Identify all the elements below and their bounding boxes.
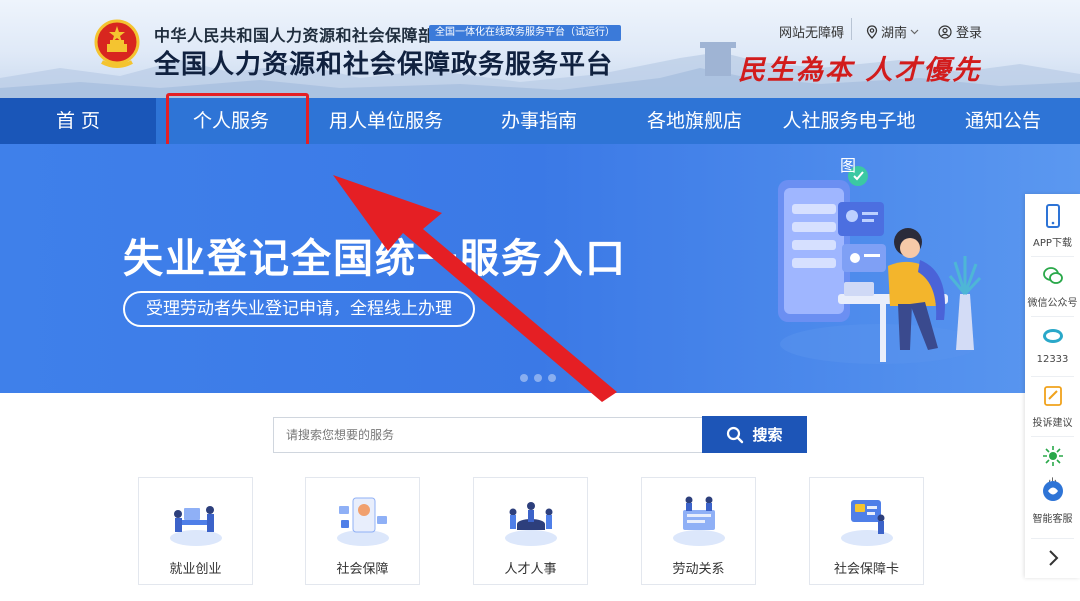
sidebar-wechat[interactable]: 微信公众号	[1025, 258, 1080, 316]
sidebar-divider	[1031, 538, 1074, 539]
national-emblem-icon	[94, 19, 140, 68]
slogan: 民生為本 人才優先	[738, 55, 982, 86]
region-label: 湖南	[881, 26, 908, 41]
floating-sidebar: APP下载 微信公众号 12333 投诉建议 小 智能客服	[1025, 194, 1080, 578]
mini-program-icon	[1043, 446, 1063, 466]
service-card-label: 人才人事	[504, 562, 557, 577]
carousel-dots[interactable]	[520, 374, 556, 382]
user-icon	[938, 24, 952, 39]
sidebar-label: APP下载	[1033, 238, 1072, 249]
chevron-right-icon	[1049, 550, 1059, 566]
login-link[interactable]: 登录	[938, 22, 982, 41]
nav-home[interactable]: 首 页	[0, 98, 156, 144]
sidebar-collapse-button[interactable]	[1025, 540, 1080, 576]
main-nav: 首 页 个人服务 用人单位服务 办事指南 各地旗舰店 人社服务电子地 通知公告	[0, 98, 1080, 144]
sidebar-label: 12333	[1036, 354, 1069, 365]
search-button-label: 搜索	[752, 426, 783, 444]
location-pin-icon	[866, 24, 878, 39]
search-button[interactable]: 搜索	[702, 416, 807, 453]
header-divider	[851, 18, 852, 40]
wechat-icon	[1043, 267, 1063, 284]
service-card-employment[interactable]: 就业创业	[138, 477, 253, 585]
online-service-illustration	[778, 166, 982, 364]
service-card-label: 就业创业	[169, 562, 222, 577]
service-card-social-security-card[interactable]: 社会保障卡	[809, 477, 924, 585]
site-header: 中华人民共和国人力资源和社会保障部 全国一体化在线政务服务平台（试运行） 全国人…	[0, 0, 1080, 98]
login-label: 登录	[956, 26, 983, 41]
social-security-card-icon	[841, 500, 893, 546]
sidebar-label: 投诉建议	[1032, 418, 1073, 429]
labor-relations-icon	[673, 496, 725, 546]
edit-feedback-icon	[1044, 386, 1062, 406]
sidebar-divider	[1031, 376, 1074, 377]
chevron-down-icon	[910, 29, 919, 34]
mobile-phone-icon	[1046, 204, 1060, 228]
sidebar-complaint[interactable]: 投诉建议	[1025, 378, 1080, 436]
service-card-label: 社会保障	[336, 562, 389, 577]
nav-flagship-stores[interactable]: 各地旗舰店	[632, 98, 757, 144]
banner-title: 失业登记全国统一服务入口	[123, 236, 627, 282]
service-card-label: 社会保障卡	[833, 562, 899, 577]
sidebar-label: 微信公众号	[1027, 298, 1078, 309]
service-card-talent[interactable]: 人才人事	[473, 477, 588, 585]
nav-e-map[interactable]: 人社服务电子地	[770, 98, 928, 144]
hotline-logo-icon	[1043, 329, 1063, 343]
service-card-label: 劳动关系	[672, 562, 725, 577]
banner-subtitle: 受理劳动者失业登记申请，全程线上办理	[123, 291, 475, 327]
sidebar-divider	[1031, 436, 1074, 437]
service-search-input[interactable]	[273, 417, 703, 453]
sidebar-hotline[interactable]: 12333	[1025, 318, 1080, 376]
accessibility-link[interactable]: 网站无障碍	[779, 22, 844, 41]
region-selector[interactable]: 湖南	[866, 22, 919, 41]
sidebar-app-download[interactable]: APP下载	[1025, 198, 1080, 256]
nav-notices[interactable]: 通知公告	[948, 98, 1058, 144]
platform-badge: 全国一体化在线政务服务平台（试运行）	[429, 25, 621, 41]
chat-bot-icon	[1043, 481, 1063, 501]
sidebar-divider	[1031, 316, 1074, 317]
sidebar-divider	[1031, 256, 1074, 257]
annotation-highlight-box	[166, 93, 309, 149]
talent-icon	[505, 502, 557, 546]
employment-icon	[170, 506, 222, 546]
ministry-name: 中华人民共和国人力资源和社会保障部	[154, 26, 435, 45]
hero-banner[interactable]: 失业登记全国统一服务入口 受理劳动者失业登记申请，全程线上办理 图	[0, 144, 1080, 393]
service-card-social-security[interactable]: 社会保障	[305, 477, 420, 585]
nav-guide[interactable]: 办事指南	[484, 98, 594, 144]
site-title: 全国人力资源和社会保障政务服务平台	[154, 50, 614, 80]
sidebar-label: 智能客服	[1032, 514, 1073, 525]
illustration-caption: 图	[840, 156, 857, 175]
search-icon	[727, 426, 744, 443]
nav-employer-services[interactable]: 用人单位服务	[318, 98, 454, 144]
social-security-icon	[337, 497, 389, 546]
service-card-labor-relations[interactable]: 劳动关系	[641, 477, 756, 585]
sidebar-smart-service[interactable]: 智能客服	[1025, 474, 1080, 532]
